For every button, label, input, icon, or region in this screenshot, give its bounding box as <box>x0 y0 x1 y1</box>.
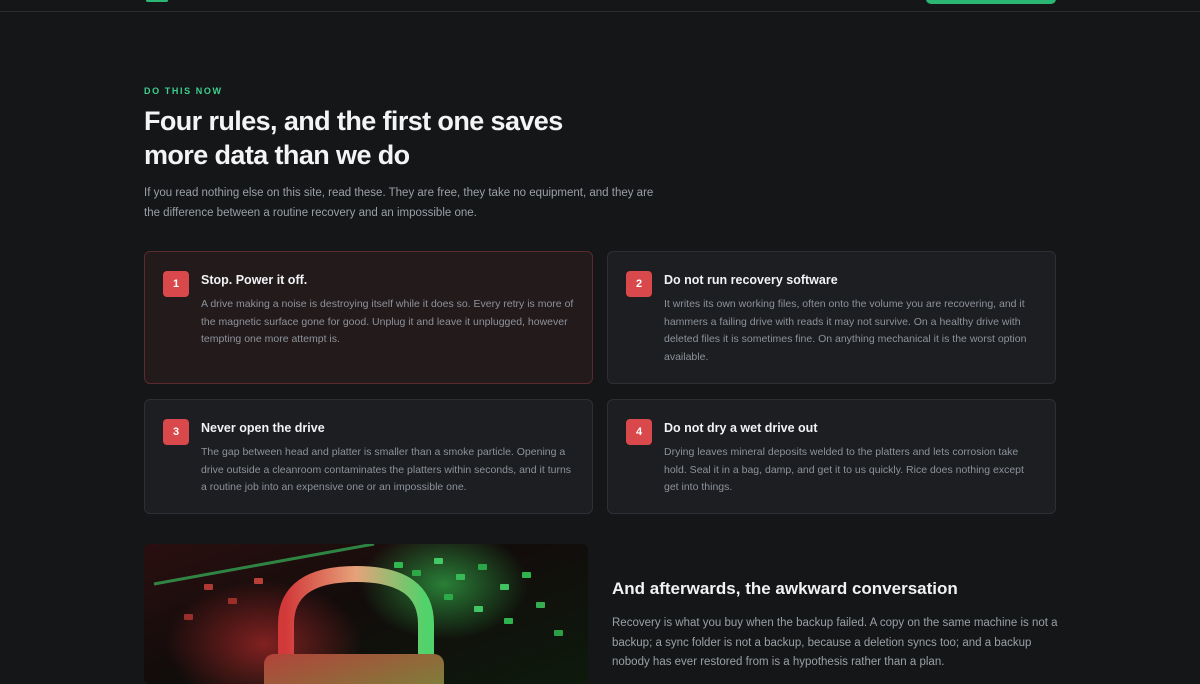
padlock-icon <box>153 544 563 684</box>
section-lede: If you read nothing else on this site, r… <box>144 187 654 219</box>
rule-title: Never open the drive <box>201 421 325 435</box>
aside-title: And afterwards, the awkward conversation <box>612 579 958 598</box>
section-title-line-2: more data than we do <box>144 140 410 170</box>
rule-body: The gap between head and platter is smal… <box>201 446 572 493</box>
rule-body: Drying leaves mineral deposits welded to… <box>664 446 1024 493</box>
rule-card-3: 3 Never open the drive The gap between h… <box>144 399 593 514</box>
rule-title: Do not run recovery software <box>664 273 838 287</box>
logo-mark-icon[interactable] <box>146 0 168 2</box>
header-cta-button[interactable] <box>926 0 1056 4</box>
rule-number-badge: 4 <box>626 419 652 445</box>
rule-body: A drive making a noise is destroying its… <box>201 298 574 345</box>
rule-title: Stop. Power it off. <box>201 273 308 287</box>
section-title: Four rules, and the first one saves more… <box>144 104 644 172</box>
rule-title: Do not dry a wet drive out <box>664 421 818 435</box>
rule-card-4: 4 Do not dry a wet drive out Drying leav… <box>607 399 1056 514</box>
rule-body: It writes its own working files, often o… <box>664 298 1027 363</box>
padlock-keyboard-image <box>144 544 588 684</box>
rule-number-badge: 3 <box>163 419 189 445</box>
section-title-line-1: Four rules, and the first one saves <box>144 106 563 136</box>
rule-card-1: 1 Stop. Power it off. A drive making a n… <box>144 251 593 384</box>
aside-body: Recovery is what you buy when the backup… <box>612 617 1058 668</box>
top-nav <box>0 0 1200 12</box>
rule-number-badge: 1 <box>163 271 189 297</box>
section-eyebrow: DO THIS NOW <box>144 86 223 96</box>
rule-number-badge: 2 <box>626 271 652 297</box>
rule-card-2: 2 Do not run recovery software It writes… <box>607 251 1056 384</box>
